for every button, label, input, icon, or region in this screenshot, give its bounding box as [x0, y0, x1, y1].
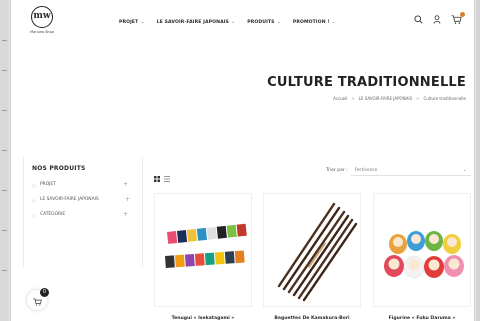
list-view-icon[interactable] [164, 167, 170, 186]
brand-logo[interactable]: mw Maruwa Shop [25, 6, 59, 34]
expand-plus-icon[interactable]: + [123, 182, 128, 188]
main-nav: PROJET ⌄ LE SAVOIR-FAIRE JAPONAIS ⌄ PRODUI… [119, 19, 348, 25]
breadcrumb: Accueil > LE SAVOIR-FAIRE JAPONAIS > Cul… [333, 96, 466, 101]
breadcrumb-separator: > [416, 96, 420, 101]
cart-count-badge: 0 [40, 288, 49, 297]
nav-item-projet[interactable]: PROJET ⌄ [119, 19, 145, 25]
grid-view-icon[interactable] [154, 167, 160, 186]
breadcrumb-home[interactable]: Accueil [333, 96, 347, 101]
logo-subtitle: Maruwa Shop [30, 30, 54, 34]
bullet-icon: ○ [32, 213, 36, 218]
chevron-down-icon: ⌄ [276, 19, 281, 25]
product-card[interactable]: Figurine « Fuku Daruma » [373, 193, 471, 321]
expand-plus-icon[interactable]: + [123, 212, 128, 218]
nav-item-savoir-faire[interactable]: LE SAVOIR-FAIRE JAPONAIS ⌄ [157, 19, 236, 25]
product-name[interactable]: Baguettes De Kamakura-Bori [263, 316, 361, 321]
product-card[interactable]: Baguettes De Kamakura-Bori [263, 193, 361, 321]
view-toggle [154, 167, 170, 186]
listing-toolbar: Trier par : Pertinence ⌄ [151, 163, 471, 182]
sidebar-title: NOS PRODUITS [32, 165, 86, 172]
chevron-down-icon: ⌄ [462, 167, 467, 173]
chevron-down-icon: ⌄ [331, 19, 336, 25]
product-image-baguettes[interactable] [263, 193, 361, 307]
right-scrollbar[interactable] [476, 0, 480, 321]
nav-item-produits[interactable]: PRODUITS ⌄ [247, 19, 281, 25]
breadcrumb-current: Culture traditionnelle [423, 96, 467, 101]
sidebar-item-categorie[interactable]: ○ CATÉGORIE + [32, 212, 134, 219]
header-actions [414, 12, 465, 24]
cart-badge [460, 12, 465, 17]
expand-plus-icon[interactable]: + [125, 197, 130, 203]
page-frame: mw Maruwa Shop PROJET ⌄ LE SAVOIR-FAIRE J… [10, 0, 475, 321]
product-card[interactable]: Tenugui « Isekatagami » [154, 193, 252, 321]
breadcrumb-savoir-faire[interactable]: LE SAVOIR-FAIRE JAPONAIS [359, 96, 412, 101]
product-name[interactable]: Tenugui « Isekatagami » [154, 316, 252, 321]
chevron-down-icon: ⌄ [230, 19, 236, 25]
sidebar-item-savoir-faire[interactable]: ○ LE SAVOIR-FAIRE JAPONAIS + [32, 197, 130, 204]
search-icon[interactable] [414, 15, 423, 24]
floating-cart-button[interactable]: 0 [27, 288, 49, 310]
chevron-down-icon: ⌄ [140, 19, 145, 25]
sidebar-item-projet[interactable]: ○ PROJET + [32, 182, 134, 189]
sort-select[interactable]: Pertinence ⌄ [351, 164, 471, 176]
user-icon[interactable] [433, 15, 441, 24]
bullet-icon: ○ [32, 183, 36, 188]
product-name[interactable]: Figurine « Fuku Daruma » [373, 316, 471, 321]
left-background-strip [0, 0, 9, 321]
bullet-icon: ○ [32, 198, 36, 203]
page-title: CULTURE TRADITIONNELLE [267, 75, 466, 90]
cart-icon[interactable] [451, 12, 465, 24]
product-image-daruma[interactable] [373, 193, 471, 307]
sort-label: Trier par : [326, 168, 348, 173]
nav-item-promotion[interactable]: PROMOTION ! ⌄ [293, 19, 336, 25]
breadcrumb-separator: > [351, 96, 355, 101]
product-sidebar: NOS PRODUITS ○ PROJET + ○ LE SAVOIR-FAIR… [23, 157, 143, 267]
product-image-tenugui[interactable] [154, 193, 252, 307]
logo-mark: mw [31, 6, 53, 28]
site-header: mw Maruwa Shop PROJET ⌄ LE SAVOIR-FAIRE J… [11, 0, 474, 46]
